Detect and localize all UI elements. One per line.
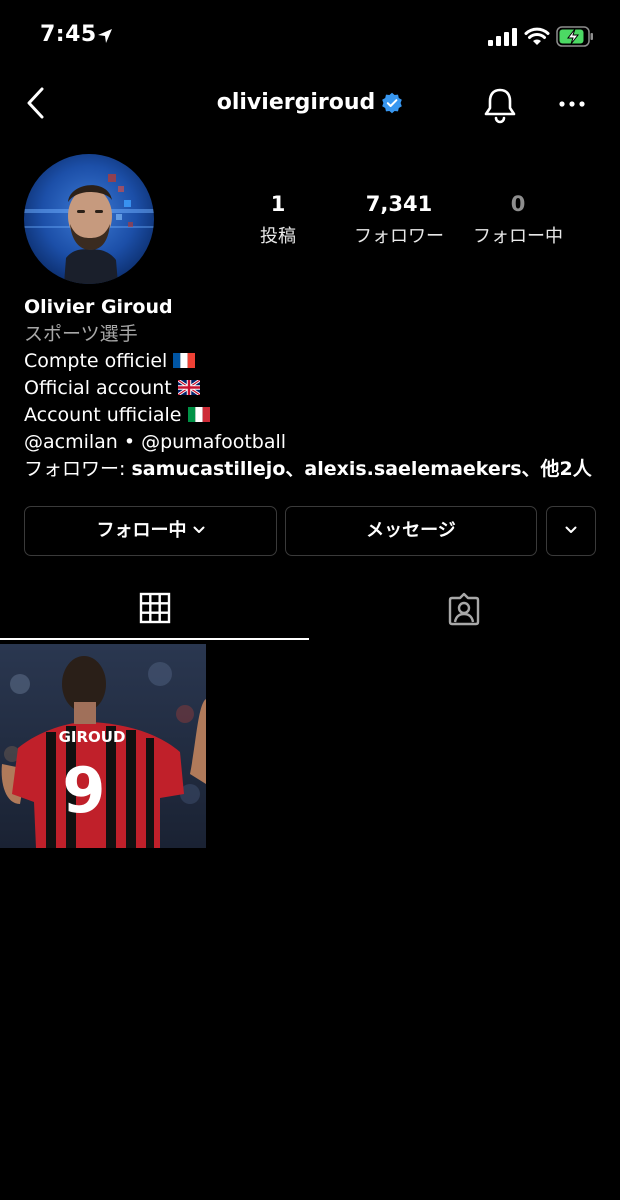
- signal-icon: [488, 28, 517, 46]
- profile-header: oliviergiroud: [0, 74, 620, 134]
- tagged-icon: [448, 592, 480, 626]
- stat-posts[interactable]: 1 投稿: [238, 192, 318, 248]
- following-label: フォロー中: [473, 226, 563, 247]
- bio-line-english: Official account: [24, 375, 604, 402]
- username: oliviergiroud: [216, 90, 376, 115]
- followers-count: 7,341: [365, 192, 433, 216]
- stat-followers[interactable]: 7,341 フォロワー: [340, 192, 458, 248]
- post-thumbnail[interactable]: GIROUD 9: [0, 644, 206, 848]
- battery-charging-icon: [556, 26, 593, 47]
- following-count: 0: [510, 192, 526, 216]
- status-time: 7:45: [40, 22, 97, 47]
- stat-following[interactable]: 0 フォロー中: [458, 192, 578, 248]
- flag-it-icon: [187, 407, 210, 422]
- jersey-number: 9: [62, 754, 105, 827]
- chevron-down-icon: [565, 526, 577, 533]
- wifi-icon: [524, 27, 550, 45]
- suggested-accounts-button[interactable]: [546, 506, 596, 556]
- bio-text-english: Official account: [24, 377, 172, 399]
- bell-icon[interactable]: [482, 86, 518, 124]
- bio-text-italian: Account ufficiale: [24, 404, 182, 426]
- location-arrow-icon: [98, 29, 112, 43]
- grid-icon: [139, 592, 171, 624]
- followers-label: フォロワー: [354, 226, 444, 247]
- posts-count: 1: [270, 192, 286, 216]
- jersey-name: GIROUD: [59, 728, 126, 746]
- flag-fr-icon: [173, 353, 196, 368]
- profile-bio: Olivier Giroud スポーツ選手 Compte officiel Of…: [24, 294, 604, 483]
- flag-uk-icon: [177, 380, 200, 395]
- posts-label: 投稿: [260, 226, 296, 247]
- username-title: oliviergiroud: [0, 90, 620, 115]
- message-button[interactable]: メッセージ: [285, 506, 537, 556]
- following-button[interactable]: フォロー中: [24, 506, 277, 556]
- tab-posts-grid[interactable]: [0, 580, 309, 640]
- profile-category: スポーツ選手: [24, 323, 138, 345]
- following-button-label: フォロー中: [96, 520, 187, 541]
- bio-text-french: Compte officiel: [24, 350, 168, 372]
- followed-by[interactable]: フォロワー: samucastillejo、alexis.saelemaeker…: [24, 456, 604, 483]
- message-button-label: メッセージ: [366, 520, 456, 541]
- more-icon[interactable]: [556, 94, 588, 114]
- display-name: Olivier Giroud: [24, 296, 173, 318]
- bio-mentions[interactable]: @acmilan • @pumafootball: [24, 429, 604, 456]
- bio-line-italian: Account ufficiale: [24, 402, 604, 429]
- status-bar: 7:45: [0, 0, 620, 74]
- chevron-down-icon: [193, 526, 204, 533]
- followed-by-names: samucastillejo、alexis.saelemaekers、他2人: [131, 458, 592, 480]
- followed-by-prefix: フォロワー:: [24, 458, 132, 480]
- profile-tabs: [0, 580, 620, 642]
- bio-line-french: Compte officiel: [24, 348, 604, 375]
- profile-stats: 1 投稿 7,341 フォロワー 0 フォロー中: [0, 192, 620, 252]
- tab-tagged[interactable]: [310, 580, 619, 640]
- verified-badge-icon: [382, 92, 403, 113]
